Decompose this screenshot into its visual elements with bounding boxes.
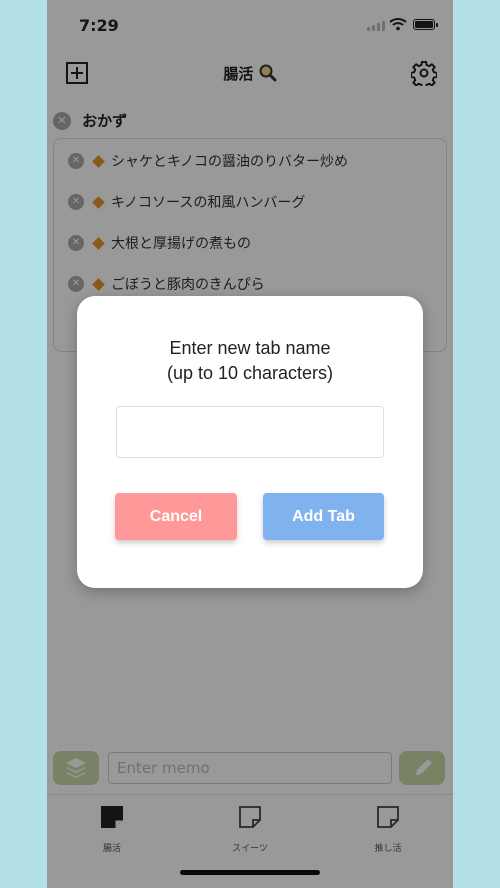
new-tab-dialog: Enter new tab name (up to 10 characters)…	[77, 296, 423, 588]
add-tab-button[interactable]: Add Tab	[263, 493, 384, 540]
dialog-title-line2: (up to 10 characters)	[166, 363, 334, 383]
dialog-title: Enter new tab name (up to 10 characters)	[77, 336, 423, 386]
tab-name-input[interactable]	[116, 406, 384, 458]
phone-screen: 7:29 腸活 ✕ おかず ✕ シャケとキノコの醤油のりバター炒め ✕ キノコソ…	[47, 0, 453, 888]
dialog-title-line1: Enter new tab name	[169, 338, 331, 358]
cancel-button[interactable]: Cancel	[115, 493, 237, 540]
